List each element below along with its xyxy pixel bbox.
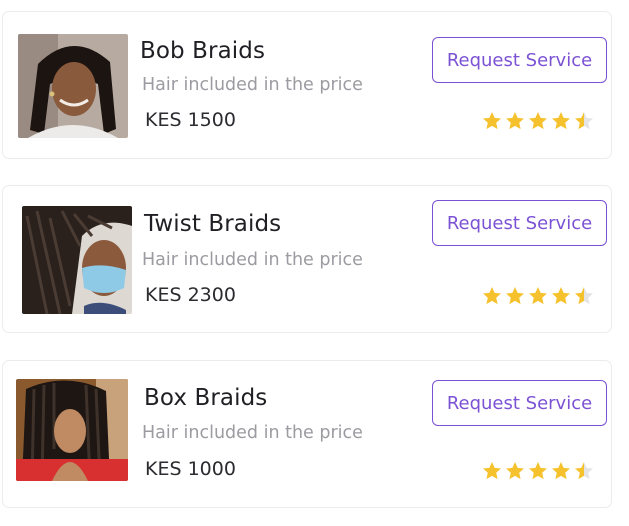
twist-braids-photo [22, 206, 132, 314]
star-filled-icon [552, 462, 570, 480]
star-half-icon [575, 287, 593, 305]
service-card: Box Braids Hair included in the price KE… [2, 360, 612, 508]
bob-braids-photo [18, 34, 128, 138]
star-filled-icon [483, 112, 501, 130]
request-service-button[interactable]: Request Service [432, 380, 607, 426]
service-price: KES 1500 [145, 109, 236, 131]
service-subtitle: Hair included in the price [142, 423, 363, 443]
service-price: KES 2300 [145, 284, 236, 306]
star-half-icon [575, 462, 593, 480]
service-title: Twist Braids [144, 211, 282, 237]
star-filled-icon [529, 112, 547, 130]
star-rating [481, 110, 595, 132]
service-card: Twist Braids Hair included in the price … [2, 185, 612, 333]
service-title: Box Braids [144, 385, 268, 411]
star-filled-icon [506, 462, 524, 480]
star-half-icon [575, 112, 593, 130]
star-filled-icon [529, 287, 547, 305]
star-filled-icon [483, 287, 501, 305]
service-subtitle: Hair included in the price [142, 250, 363, 270]
star-filled-icon [529, 462, 547, 480]
star-filled-icon [483, 462, 501, 480]
request-service-button[interactable]: Request Service [432, 200, 607, 246]
service-title: Bob Braids [140, 38, 266, 64]
star-filled-icon [552, 287, 570, 305]
star-filled-icon [506, 287, 524, 305]
star-rating [481, 460, 595, 482]
star-rating [481, 285, 595, 307]
request-service-button[interactable]: Request Service [432, 37, 607, 83]
box-braids-photo [16, 379, 128, 481]
star-filled-icon [506, 112, 524, 130]
service-subtitle: Hair included in the price [142, 75, 363, 95]
service-card: Bob Braids Hair included in the price KE… [2, 11, 612, 159]
star-filled-icon [552, 112, 570, 130]
service-price: KES 1000 [145, 458, 236, 480]
